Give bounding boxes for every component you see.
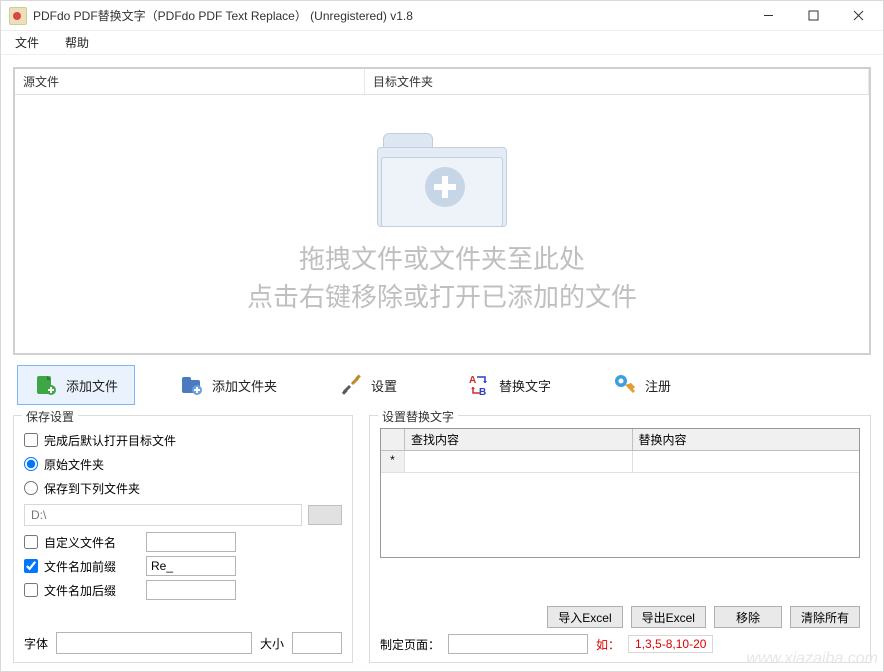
size-input[interactable] [292, 632, 342, 654]
open-after-row[interactable]: 完成后默认打开目标文件 [24, 428, 342, 452]
font-input[interactable] [56, 632, 252, 654]
folder-add-icon [180, 373, 204, 397]
custom-name-row[interactable]: 自定义文件名 [24, 530, 342, 554]
save-settings-group: 保存设置 完成后默认打开目标文件 原始文件夹 保存到下列文件夹 ... [13, 415, 353, 663]
replace-group-title: 设置替换文字 [378, 408, 458, 425]
size-label: 大小 [260, 635, 284, 652]
add-file-label: 添加文件 [66, 376, 118, 395]
custom-name-checkbox[interactable] [24, 535, 38, 549]
col-replace: 替换内容 [633, 429, 860, 451]
maximize-button[interactable] [791, 2, 836, 30]
svg-text:A: A [469, 375, 476, 386]
col-source: 源文件 [15, 69, 365, 94]
svg-text:B: B [479, 387, 486, 397]
add-folder-icon [377, 129, 507, 229]
new-row-marker: * [381, 451, 405, 473]
replace-table[interactable]: 查找内容 替换内容 * [380, 428, 860, 558]
register-icon [613, 373, 637, 397]
file-list-header: 源文件 目标文件夹 [15, 69, 869, 95]
toolbar: 添加文件 添加文件夹 设置 AB 替换文字 [13, 365, 871, 405]
orig-folder-row[interactable]: 原始文件夹 [24, 452, 342, 476]
page-hint-label: 如： [596, 636, 620, 653]
drop-zone[interactable]: 拖拽文件或文件夹至此处 点击右键移除或打开已添加的文件 [15, 95, 869, 353]
file-add-icon [34, 373, 58, 397]
orig-folder-label: 原始文件夹 [44, 456, 104, 473]
minimize-button[interactable] [746, 2, 791, 30]
browse-dir-button[interactable]: ... [308, 505, 342, 525]
drop-hint-2: 点击右键移除或打开已添加的文件 [247, 277, 637, 319]
replace-text-label: 替换文字 [499, 376, 551, 395]
export-excel-button[interactable]: 导出Excel [631, 606, 706, 628]
add-folder-label: 添加文件夹 [212, 376, 277, 395]
drop-hint-1: 拖拽文件或文件夹至此处 [299, 241, 585, 277]
save-group-title: 保存设置 [22, 408, 78, 425]
suffix-input[interactable] [146, 580, 236, 600]
custom-name-input[interactable] [146, 532, 236, 552]
app-icon [9, 7, 27, 25]
prefix-checkbox[interactable] [24, 559, 38, 573]
register-label: 注册 [645, 376, 671, 395]
find-cell[interactable] [405, 451, 633, 473]
settings-label: 设置 [371, 376, 397, 395]
prefix-label: 文件名加前缀 [44, 558, 116, 575]
replace-cell[interactable] [633, 451, 860, 473]
to-folder-radio[interactable] [24, 481, 38, 495]
titlebar: PDFdo PDF替换文字（PDFdo PDF Text Replace） (U… [1, 1, 883, 31]
page-input[interactable] [448, 634, 588, 654]
table-row[interactable]: * [381, 451, 859, 473]
remove-button[interactable]: 移除 [714, 606, 782, 628]
settings-icon [339, 373, 363, 397]
prefix-input[interactable] [146, 556, 236, 576]
custom-name-label: 自定义文件名 [44, 534, 116, 551]
replace-settings-group: 设置替换文字 查找内容 替换内容 * [369, 415, 871, 663]
settings-button[interactable]: 设置 [322, 365, 422, 405]
dest-dir-input[interactable] [24, 504, 302, 526]
col-find: 查找内容 [405, 429, 633, 451]
add-file-button[interactable]: 添加文件 [17, 365, 135, 405]
menu-help[interactable]: 帮助 [61, 32, 93, 53]
suffix-row[interactable]: 文件名加后缀 [24, 578, 342, 602]
page-label: 制定页面： [380, 636, 440, 653]
menubar: 文件 帮助 [1, 31, 883, 55]
import-excel-button[interactable]: 导入Excel [547, 606, 622, 628]
prefix-row[interactable]: 文件名加前缀 [24, 554, 342, 578]
to-folder-row[interactable]: 保存到下列文件夹 [24, 476, 342, 500]
font-label: 字体 [24, 635, 48, 652]
to-folder-label: 保存到下列文件夹 [44, 480, 140, 497]
clear-all-button[interactable]: 清除所有 [790, 606, 860, 628]
open-after-label: 完成后默认打开目标文件 [44, 432, 176, 449]
suffix-label: 文件名加后缀 [44, 582, 116, 599]
col-dest: 目标文件夹 [365, 69, 869, 94]
window-title: PDFdo PDF替换文字（PDFdo PDF Text Replace） (U… [33, 7, 746, 24]
add-folder-button[interactable]: 添加文件夹 [163, 365, 294, 405]
menu-file[interactable]: 文件 [11, 32, 43, 53]
close-button[interactable] [836, 2, 881, 30]
replace-text-icon: AB [467, 373, 491, 397]
replace-table-header: 查找内容 替换内容 [381, 429, 859, 451]
suffix-checkbox[interactable] [24, 583, 38, 597]
register-button[interactable]: 注册 [596, 365, 696, 405]
file-list-panel[interactable]: 源文件 目标文件夹 拖拽文件或文件夹至此处 点击右键移除或打开已添加的文件 [13, 67, 871, 355]
page-hint-value: 1,3,5-8,10-20 [628, 635, 713, 653]
open-after-checkbox[interactable] [24, 433, 38, 447]
replace-text-button[interactable]: AB 替换文字 [450, 365, 568, 405]
orig-folder-radio[interactable] [24, 457, 38, 471]
